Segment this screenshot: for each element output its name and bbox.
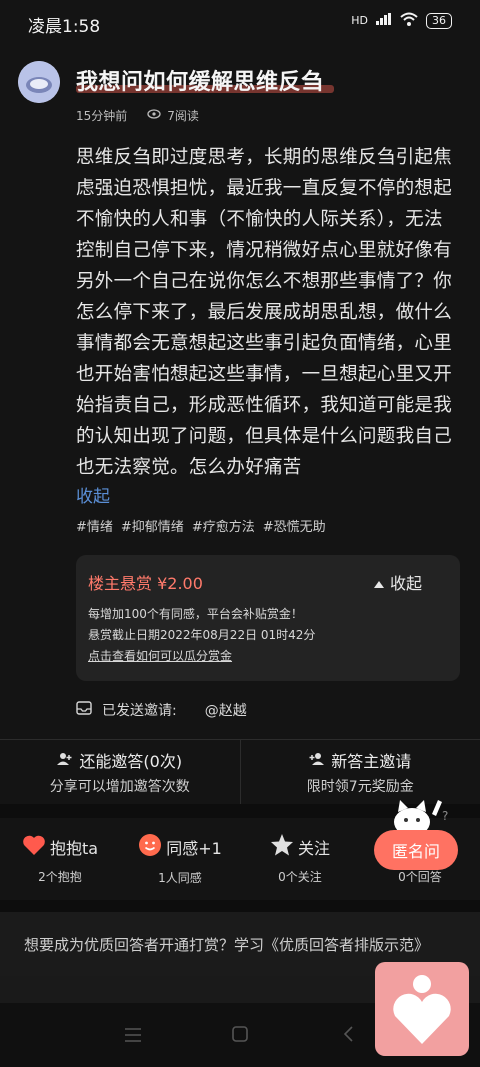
invite-answer-sub: 分享可以增加邀答次数 (49, 779, 190, 795)
post-body: 思维反刍即过度思考，长期的思维反刍引起焦虑强迫恐惧担忧，最近我一直反复不停的想起… (76, 147, 453, 478)
smile-icon (138, 833, 162, 861)
person-add-icon (309, 751, 325, 770)
person-add-icon (57, 751, 73, 770)
bounty-amount: 楼主悬赏 ¥2.00 (88, 574, 203, 593)
avatar[interactable] (18, 61, 60, 103)
follow-button[interactable]: 关注 0个关注 (240, 818, 360, 900)
network-label: HD (351, 14, 368, 27)
tag-item[interactable]: #抑郁情绪 (121, 516, 184, 535)
new-answerer-label: 新答主邀请 (331, 752, 412, 771)
bounty-card: 楼主悬赏 ¥2.00 收起 每增加100个有同感，平台会补贴赏金！ 悬赏截止日期… (76, 555, 460, 681)
hug-button[interactable]: 抱抱ta 2个抱抱 (0, 818, 120, 900)
invited-user[interactable]: @赵越 (205, 700, 247, 720)
mail-icon (76, 701, 92, 719)
star-icon (270, 833, 294, 860)
invite-sent-row: 已发送邀请: @赵越 (76, 700, 247, 720)
hug-count: 2个抱抱 (38, 869, 82, 884)
floating-heart-button[interactable] (375, 962, 469, 1056)
empathy-button[interactable]: 同感+1 1人同感 (120, 818, 240, 900)
bounty-collapse-button[interactable]: 收起 (373, 570, 422, 594)
hug-label: 抱抱ta (49, 838, 99, 858)
tag-item[interactable]: #恐慌无助 (263, 516, 326, 535)
back-icon[interactable] (343, 1026, 353, 1046)
empathy-count: 1人同感 (158, 870, 202, 885)
follow-label: 关注 (297, 838, 330, 858)
status-time: 凌晨1:58 (28, 17, 101, 37)
battery-icon: 36 (426, 12, 452, 29)
tag-list: #情绪 #抑郁情绪 #疗愈方法 #恐慌无助 (76, 516, 326, 535)
new-answerer-sub: 限时领7元奖励金 (306, 779, 414, 795)
bounty-rule: 每增加100个有同感，平台会补贴赏金！ (88, 607, 303, 621)
post-title: 我想问如何缓解思维反刍 (76, 70, 324, 95)
tag-item[interactable]: #情绪 (76, 516, 113, 535)
eye-icon (147, 108, 161, 123)
follow-count: 0个关注 (278, 870, 322, 884)
bounty-help-link[interactable]: 点击查看如何可以瓜分赏金 (88, 647, 232, 664)
new-answerer-invite-button[interactable]: 新答主邀请 限时领7元奖励金 (241, 740, 480, 804)
answer-count: 0个回答 (398, 869, 442, 884)
collapse-link[interactable]: 收起 (76, 482, 110, 507)
post-reads: 7阅读 (167, 109, 199, 123)
home-icon[interactable] (232, 1026, 248, 1046)
invite-row: 还能邀答(0次) 分享可以增加邀答次数 新答主邀请 限时领7元奖励金 (0, 740, 480, 804)
signal-icon (376, 13, 392, 28)
wifi-icon (400, 12, 418, 29)
bounty-collapse-label: 收起 (389, 574, 422, 593)
caret-up-icon (373, 573, 384, 592)
invite-answer-label: 还能邀答(0次) (79, 752, 183, 771)
heart-icon (22, 834, 46, 860)
section-gap (0, 900, 480, 912)
anonymous-ask-button[interactable]: 匿名问 (374, 830, 458, 870)
promo-text: 想要成为优质回答者开通打赏？学习《优质回答者排版示范》 (24, 936, 430, 954)
status-icons: HD 36 (351, 12, 452, 29)
invite-answer-button[interactable]: 还能邀答(0次) 分享可以增加邀答次数 (0, 740, 240, 804)
bounty-deadline: 悬赏截止日期2022年08月22日 01时42分 (88, 628, 316, 642)
invite-sent-label: 已发送邀请: (102, 703, 177, 719)
tag-item[interactable]: #疗愈方法 (192, 516, 255, 535)
svg-text:?: ? (442, 809, 448, 823)
heart-logo-icon (393, 975, 451, 1044)
post-time: 15分钟前 (76, 109, 128, 123)
post-meta: 15分钟前 7阅读 (76, 107, 199, 124)
menu-icon[interactable] (124, 1027, 142, 1046)
empathy-label: 同感+1 (166, 838, 222, 858)
